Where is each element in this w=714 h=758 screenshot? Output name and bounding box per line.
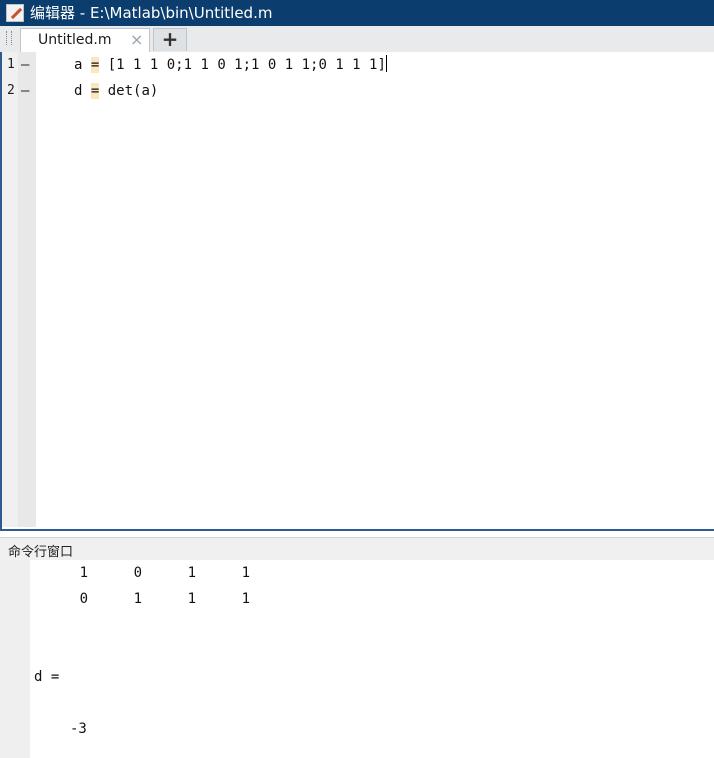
tab-untitled-m[interactable]: Untitled.m ×	[20, 28, 150, 53]
editor-app-icon	[6, 4, 24, 22]
matrix-cell: 1	[187, 565, 196, 581]
executable-line-marker[interactable]: —	[21, 79, 29, 103]
code-line-2[interactable]: 2 — d = det(a)	[2, 79, 702, 103]
assignment-operator: =	[90, 83, 100, 99]
command-window-title: 命令行窗口	[8, 545, 74, 560]
breakpoint-strip[interactable]	[18, 52, 36, 527]
editor-divider[interactable]	[0, 529, 714, 531]
variable-name: d	[74, 83, 83, 99]
command-window[interactable]: 1 0 1 1 0 1 1 1 d = -3	[0, 560, 714, 758]
result-variable-label: d =	[34, 669, 60, 685]
expression: det(a)	[107, 83, 159, 99]
editor-title-bar: 编辑器 - E:\Matlab\bin\Untitled.m	[0, 0, 714, 26]
line-number: 1	[7, 57, 15, 72]
matrix-cell: 0	[79, 591, 88, 607]
command-window-gutter	[0, 560, 30, 758]
code-line-1[interactable]: 1 — a = [1 1 1 0;1 1 0 1;1 0 1 1;0 1 1 1…	[2, 53, 702, 77]
matrix-cell: 1	[241, 565, 250, 581]
code-editor[interactable]: 1 — a = [1 1 1 0;1 1 0 1;1 0 1 1;0 1 1 1…	[0, 52, 714, 529]
editor-window-title: 编辑器 - E:\Matlab\bin\Untitled.m	[30, 4, 273, 22]
new-tab-button[interactable]: +	[153, 28, 187, 51]
executable-line-marker[interactable]: —	[21, 53, 29, 77]
text-cursor	[385, 55, 387, 72]
result-value: -3	[70, 721, 87, 737]
tab-label: Untitled.m	[38, 32, 112, 48]
command-window-header: 命令行窗口	[0, 537, 714, 561]
assignment-operator: =	[90, 57, 100, 73]
editor-tab-strip: Untitled.m × +	[0, 26, 714, 53]
matrix-cell: 0	[133, 565, 142, 581]
matrix-cell: 1	[187, 591, 196, 607]
matrix-cell: 1	[241, 591, 250, 607]
line-number: 2	[7, 83, 15, 98]
close-tab-icon[interactable]: ×	[130, 31, 143, 49]
matrix-cell: 1	[79, 565, 88, 581]
matrix-cell: 1	[133, 591, 142, 607]
variable-name: a	[74, 57, 83, 73]
code-text: a = [1 1 1 0;1 1 0 1;1 0 1 1;0 1 1 1]	[74, 53, 387, 77]
code-text: d = det(a)	[74, 79, 158, 103]
drag-grip-icon[interactable]	[6, 31, 12, 45]
expression: [1 1 1 0;1 1 0 1;1 0 1 1;0 1 1 1]	[107, 57, 386, 73]
